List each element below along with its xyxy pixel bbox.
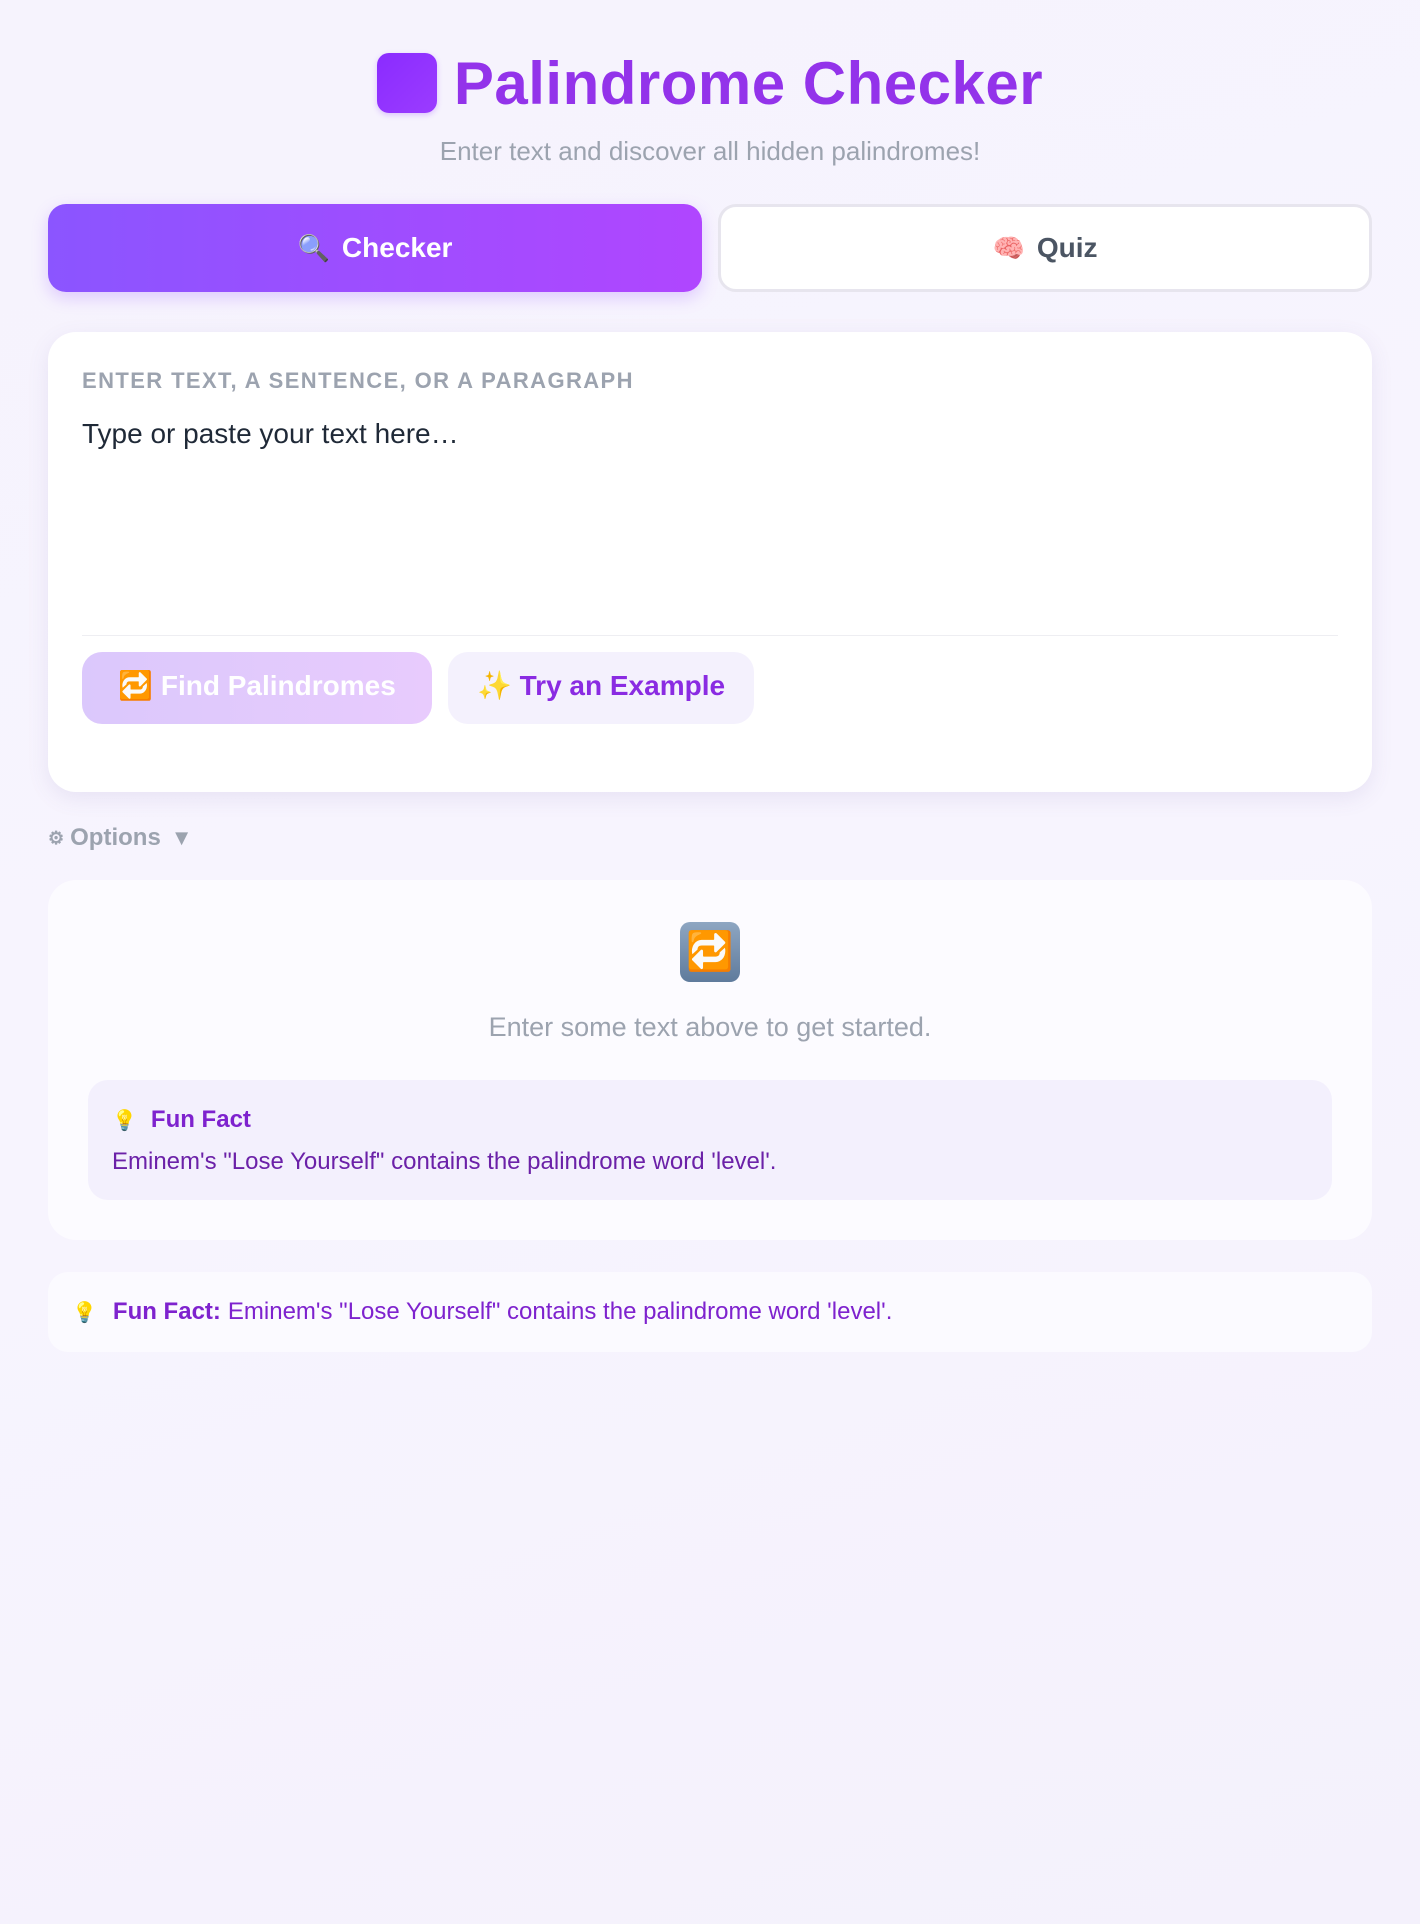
fun-fact-banner-label: Fun Fact: [112, 1298, 221, 1325]
divider [82, 635, 1338, 636]
page-title: Palindrome Checker [453, 49, 1044, 117]
tab-checker-label: Checker [341, 232, 453, 263]
fun-fact-text: Eminem's "Lose Yourself" contains the pa… [112, 1148, 777, 1175]
options-label: Options [70, 824, 161, 851]
empty-state-text: Enter some text above to get started. [488, 1012, 932, 1042]
fun-fact-banner-text: Eminem's "Lose Yourself" contains the pa… [227, 1298, 893, 1325]
fun-fact-title: Fun Fact [150, 1106, 251, 1133]
try-example-button[interactable]: ✨ Try an Example [448, 652, 754, 724]
tab-quiz[interactable]: 🧠 Quiz [718, 204, 1372, 292]
tab-checker[interactable]: 🔍 Checker [48, 204, 702, 292]
repeat-icon: 🔁 [680, 922, 740, 982]
title-row: Palindrome Checker [0, 48, 1420, 118]
text-input[interactable] [82, 418, 1338, 630]
tab-bar: 🔍 Checker 🧠 Quiz [48, 204, 1372, 292]
gear-icon: ⚙ [48, 827, 65, 848]
fun-fact-header: 💡 Fun Fact [112, 1106, 1308, 1134]
input-label: ENTER TEXT, A SENTENCE, OR A PARAGRAPH [82, 368, 634, 393]
input-card: ENTER TEXT, A SENTENCE, OR A PARAGRAPH 🔁… [48, 332, 1372, 792]
lightbulb-icon: 💡 [112, 1109, 137, 1132]
action-buttons: 🔁 Find Palindromes ✨ Try an Example [82, 652, 1338, 742]
caret-down-icon: ▼ [170, 825, 193, 850]
result-card: 🔁 Enter some text above to get started. … [48, 880, 1372, 1240]
sparkles-icon: ✨ [476, 670, 512, 701]
options-toggle[interactable]: ⚙ Options ▼ [48, 824, 193, 852]
find-palindromes-button[interactable]: 🔁 Find Palindromes [82, 652, 432, 724]
try-example-label: Try an Example [519, 670, 726, 701]
find-palindromes-label: Find Palindromes [160, 670, 396, 701]
app-header: Palindrome Checker Enter text and discov… [0, 48, 1420, 167]
lightbulb-icon: 💡 [72, 1301, 97, 1324]
fun-fact-box: 💡 Fun Fact Eminem's "Lose Yourself" cont… [88, 1080, 1332, 1200]
brain-icon: 🧠 [992, 232, 1025, 263]
fun-fact-banner: 💡 Fun Fact: Eminem's "Lose Yourself" con… [48, 1272, 1372, 1352]
repeat-icon: 🔁 [118, 670, 154, 701]
page-subtitle: Enter text and discover all hidden palin… [439, 136, 981, 166]
logo-icon [376, 53, 437, 113]
tab-quiz-label: Quiz [1036, 232, 1098, 263]
magnifier-icon: 🔍 [297, 232, 330, 263]
